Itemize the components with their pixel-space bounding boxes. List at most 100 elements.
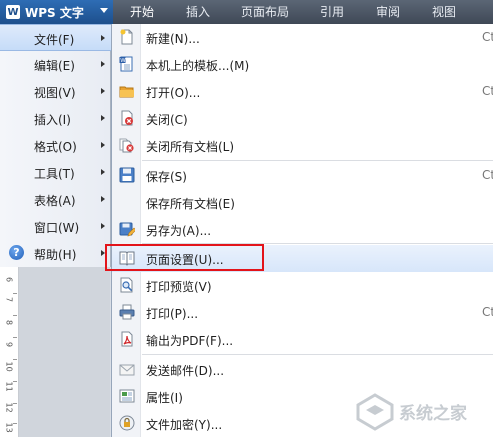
menu-item-label: 关闭所有文档(L) [146,140,235,154]
menu-item-label: 工具(T) [34,167,75,181]
wps-app-label: WPS 文字 [25,5,84,20]
ruler-number: 10 [4,361,14,372]
pdf-export-icon [121,331,133,347]
menu-item-save[interactable]: 保存(S) Ct [112,162,493,189]
tab-review[interactable]: 审阅 [376,0,400,24]
email-icon [119,364,135,376]
ruler-number: 11 [4,381,14,392]
menu-item-close[interactable]: 关闭(C) [112,105,493,132]
chevron-right-icon [101,223,105,229]
open-folder-icon [119,86,134,98]
menu-item-label: 保存所有文档(E) [146,197,235,211]
close-all-documents-icon [119,138,134,153]
menu-item-label: 窗口(W) [34,221,80,235]
menu-item-save-as[interactable]: 另存为(A)... [112,216,493,243]
tab-view[interactable]: 视图 [432,0,456,24]
ruler-number: 6 [4,276,14,283]
ruler-tick [13,337,17,338]
chevron-right-icon [101,61,105,67]
menu-item-label: 编辑(E) [34,59,75,73]
close-document-icon [121,110,133,126]
menu-item-insert[interactable]: 插入(I) [0,105,111,132]
menu-item-label: 发送邮件(D)... [146,364,225,378]
printer-icon [119,304,135,320]
new-document-icon [120,29,133,45]
menu-item-label: 插入(I) [34,113,71,127]
menu-item-label: 文件(F) [34,33,75,47]
tab-insert[interactable]: 插入 [186,0,210,24]
menu-item-edit[interactable]: 编辑(E) [0,51,111,78]
document-background [19,245,110,437]
menu-item-close-all[interactable]: 关闭所有文档(L) [112,132,493,159]
wps-app-menu-button[interactable]: W WPS 文字 [0,0,113,24]
menu-item-templates[interactable]: W 本机上的模板...(M) [112,51,493,78]
menu-item-format[interactable]: 格式(O) [0,132,111,159]
menu-item-label: 打印预览(V) [146,280,212,294]
menu-item-new[interactable]: 新建(N)... Ct [112,24,493,51]
menu-item-label: 视图(V) [34,86,76,100]
menu-item-shortcut: Ct [482,84,493,98]
menu-item-export-pdf[interactable]: 输出为PDF(F)... [112,326,493,353]
chevron-down-icon [100,8,108,13]
tab-home[interactable]: 开始 [130,0,154,24]
menu-item-save-all[interactable]: 保存所有文档(E) [112,189,493,216]
menu-item-open[interactable]: 打开(O)... Ct [112,78,493,105]
tab-references[interactable]: 引用 [320,0,344,24]
file-menu: 新建(N)... Ct W 本机上的模板...(M) 打开(O)... Ct 关… [111,24,493,437]
menu-item-label: 文件加密(Y)... [146,418,223,432]
ruler-number: 8 [4,319,14,326]
chevron-right-icon [101,169,105,175]
menu-item-table[interactable]: 表格(A) [0,186,111,213]
menu-item-label: 表格(A) [34,194,76,208]
svg-text:W: W [120,58,126,64]
menu-item-print[interactable]: 打印(P)... Ct [112,299,493,326]
menu-item-tools[interactable]: 工具(T) [0,159,111,186]
menu-item-label: 关闭(C) [146,113,188,127]
help-icon: ? [9,245,24,260]
menu-item-print-preview[interactable]: 打印预览(V) [112,272,493,299]
menu-item-shortcut: Ct [482,168,493,182]
menu-item-label: 打印(P)... [146,307,199,321]
ruler-number: 9 [4,341,14,348]
menu-item-label: 帮助(H) [34,248,77,262]
watermark-text: 系统之家 [399,404,467,424]
menu-item-window[interactable]: 窗口(W) [0,213,111,240]
encrypt-file-icon [119,415,135,431]
watermark: 系统之家 [355,393,493,433]
properties-icon [119,389,135,403]
chevron-right-icon [101,115,105,121]
tab-page-layout[interactable]: 页面布局 [241,0,289,24]
menu-separator [142,354,493,355]
ruler-number: 13 [4,422,14,433]
ruler-number: 7 [4,296,14,303]
menu-item-label: 打开(O)... [146,86,201,100]
menu-item-send-email[interactable]: 发送邮件(D)... [112,356,493,383]
main-menu-list: 文件(F) 编辑(E) 视图(V) 插入(I) 格式(O) 工具(T) 表格(A… [0,24,111,267]
menu-item-label: 新建(N)... [146,32,200,46]
menu-item-label: 另存为(A)... [146,224,212,238]
ruler-tick [13,359,17,360]
menu-item-label: 输出为PDF(F)... [146,334,234,348]
ruler-tick [13,293,17,294]
ruler-tick [13,403,17,404]
menu-item-label: 保存(S) [146,170,187,184]
highlight-annotation-box [105,244,264,271]
ribbon-bar: W WPS 文字 开始 插入 页面布局 引用 审阅 视图 [0,0,493,24]
vertical-ruler: 6 7 8 9 10 11 12 13 [0,245,19,437]
menu-item-file[interactable]: 文件(F) [0,24,111,51]
chevron-right-icon [101,88,105,94]
ruler-tick [13,381,17,382]
save-as-icon [119,222,135,237]
chevron-right-icon [101,142,105,148]
template-icon: W [119,56,133,72]
menu-item-shortcut: Ct [482,30,493,44]
menu-item-shortcut: Ct [482,305,493,319]
menu-item-label: 本机上的模板...(M) [146,59,250,73]
menu-separator [142,160,493,161]
menu-item-view[interactable]: 视图(V) [0,78,111,105]
menu-item-help[interactable]: ? 帮助(H) [0,240,111,267]
ruler-tick [13,423,17,424]
menu-item-label: 属性(I) [146,391,183,405]
watermark-logo-icon [356,393,394,431]
print-preview-icon [120,277,133,293]
